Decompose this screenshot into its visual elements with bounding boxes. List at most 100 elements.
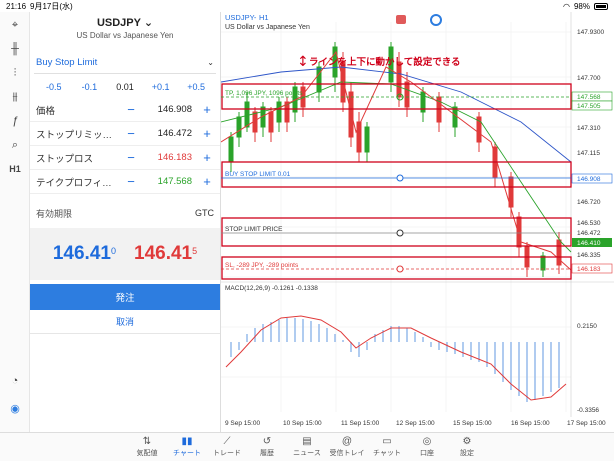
price-tick-sl: 146.183 (577, 266, 601, 273)
volume-plus-01[interactable]: +0.1 (143, 82, 179, 92)
expiry-row[interactable]: 有効期限 GTC (30, 202, 220, 224)
tab-quotes[interactable]: ⇅ 気配値 (127, 433, 167, 461)
volume-minus-05[interactable]: -0.5 (36, 82, 72, 92)
tab-account[interactable]: ◎ 口座 (407, 433, 447, 461)
ask-price: 146.415 (134, 243, 197, 265)
cancel-button[interactable]: 取消 (30, 310, 220, 334)
place-order-button[interactable]: 発注 (30, 284, 220, 310)
tab-label: 設定 (460, 450, 474, 457)
volume-plus-05[interactable]: +0.5 (178, 82, 214, 92)
objects-icon[interactable]: ⌕ (7, 138, 23, 152)
left-toolbar: ⌖ ╫ ⫶ ⫵ ƒ ⌕ H1 ◔ ◉ (0, 12, 30, 432)
stop-limit-price-label: STOP LIMIT PRICE (225, 226, 283, 233)
symbol-header[interactable]: USDJPY ⌄ US Dollar vs Japanese Yen (30, 12, 220, 48)
tab-chart[interactable]: ▮▮ チャート (167, 433, 207, 461)
price-plus-button[interactable]: + (200, 102, 214, 117)
take-profit-line-label: TP, 1,096 JPY, 1096 points (225, 90, 303, 97)
tab-trade[interactable]: ⟋ トレード (207, 433, 247, 461)
tab-history[interactable]: ↺ 履歴 (247, 433, 287, 461)
bid-price-main: 146.41 (52, 243, 111, 264)
price-row: 価格 − 146.908 + (30, 98, 220, 122)
quotes-icon: ⇅ (142, 436, 152, 447)
stop-loss-minus-button[interactable]: − (122, 150, 140, 165)
one-click-trading-icon[interactable] (396, 15, 406, 24)
app-logo-icon[interactable]: ◉ (7, 402, 23, 416)
tab-label: ニュース (293, 450, 321, 457)
price-tick: 147.700 (577, 75, 601, 82)
clock-icon[interactable]: ◔ (7, 374, 23, 388)
take-profit-row: テイクプロフィ… − 147.568 + (30, 170, 220, 194)
bottom-tab-bar: ⇅ 気配値 ▮▮ チャート ⟋ トレード ↺ 履歴 ▤ ニュース @ 受信トレイ ▭ チャット… (0, 432, 614, 461)
price-tick-buy: 146.908 (577, 176, 601, 183)
price-value[interactable]: 146.908 (140, 104, 200, 115)
stop-loss-line-label: SL, -289 JPY, -289 points (225, 262, 299, 269)
tab-news[interactable]: ▤ ニュース (287, 433, 327, 461)
quote-prices: 146.410 146.415 (30, 228, 220, 280)
price-minus-button[interactable]: − (122, 102, 140, 117)
settings-sliders-icon[interactable]: ⫵ (7, 90, 23, 104)
time-axis: 9 Sep 15:00 10 Sep 15:00 11 Sep 15:00 12… (225, 420, 606, 427)
volume-minus-01[interactable]: -0.1 (72, 82, 108, 92)
account-icon: ◎ (422, 436, 432, 447)
stop-limit-plus-button[interactable]: + (200, 126, 214, 141)
price-tick-current: 146.410 (577, 240, 601, 247)
chart-icon: ▮▮ (181, 436, 193, 447)
price-tick: 147.9300 (577, 29, 604, 36)
stop-loss-label: ストップロス (36, 153, 94, 165)
tab-label: 受信トレイ (329, 450, 365, 457)
ask-price-main: 146.41 (134, 243, 193, 264)
tab-label: 履歴 (260, 450, 274, 457)
chevron-down-icon: ⌄ (207, 58, 214, 67)
volume-value[interactable]: 0.01 (107, 82, 143, 92)
ask-price-sup: 5 (192, 246, 198, 256)
buy-stop-limit-handle[interactable] (396, 174, 404, 182)
stop-limit-price-handle[interactable] (396, 229, 404, 237)
price-tick: 146.472 (577, 230, 601, 237)
history-icon: ↺ (262, 436, 272, 447)
tab-settings[interactable]: ⚙ 設定 (447, 433, 487, 461)
chat-icon: ▭ (382, 436, 392, 447)
trade-icon: ⟋ (223, 436, 231, 447)
price-tick-tp: 147.568 (577, 94, 601, 101)
stop-loss-value[interactable]: 146.183 (140, 152, 200, 163)
time-tick: 15 Sep 15:00 (453, 420, 492, 427)
tab-label: トレード (213, 450, 241, 457)
timeframe-h1-label[interactable]: H1 (7, 162, 23, 176)
crosshair-icon[interactable]: ⌖ (7, 18, 23, 32)
battery-percent: 98% (573, 1, 590, 11)
time-tick: 17 Sep 15:00 (567, 420, 606, 427)
function-icon[interactable]: ƒ (7, 114, 23, 128)
order-type-select[interactable]: Buy Stop Limit ⌄ (34, 52, 216, 74)
bid-price: 146.410 (53, 243, 116, 265)
stop-limit-minus-button[interactable]: − (122, 126, 140, 141)
status-time: 21:16 (6, 1, 27, 11)
price-label: 価格 (36, 105, 56, 117)
price-tick: 146.335 (577, 252, 601, 259)
take-profit-minus-button[interactable]: − (122, 174, 140, 189)
chart-area[interactable]: USDJPY- H1 US Dollar vs Japanese Yen TP,… (220, 12, 614, 432)
take-profit-plus-button[interactable]: + (200, 174, 214, 189)
tab-chat[interactable]: ▭ チャット (367, 433, 407, 461)
stop-limit-value[interactable]: 146.472 (140, 128, 200, 139)
time-tick: 16 Sep 15:00 (511, 420, 550, 427)
stop-loss-plus-button[interactable]: + (200, 150, 214, 165)
price-tick: 146.720 (577, 199, 601, 206)
tab-mail[interactable]: @ 受信トレイ (327, 433, 367, 461)
tab-label: チャット (373, 450, 401, 457)
status-bar: 21:16 9月17日(水) ◠ 98% (0, 0, 614, 12)
stop-loss-handle[interactable] (396, 265, 404, 273)
battery-icon (594, 2, 608, 10)
tab-label: 気配値 (136, 450, 158, 457)
indicators-icon[interactable]: ╫ (7, 42, 23, 56)
stop-limit-label: ストップリミッ… (36, 129, 113, 141)
settings-icon: ⚙ (462, 436, 472, 447)
time-tick: 12 Sep 15:00 (396, 420, 435, 427)
bar-chart-icon[interactable]: ⫶ (7, 66, 23, 80)
take-profit-value[interactable]: 147.568 (140, 176, 200, 187)
buy-stop-limit-label: BUY STOP LIMIT 0.01 (225, 171, 291, 178)
chevron-down-icon: ⌄ (140, 17, 154, 29)
price-tick: 146.530 (577, 220, 601, 227)
tab-label: チャート (173, 450, 201, 457)
expiry-value: GTC (195, 208, 214, 218)
price-tick: 147.505 (577, 103, 601, 110)
